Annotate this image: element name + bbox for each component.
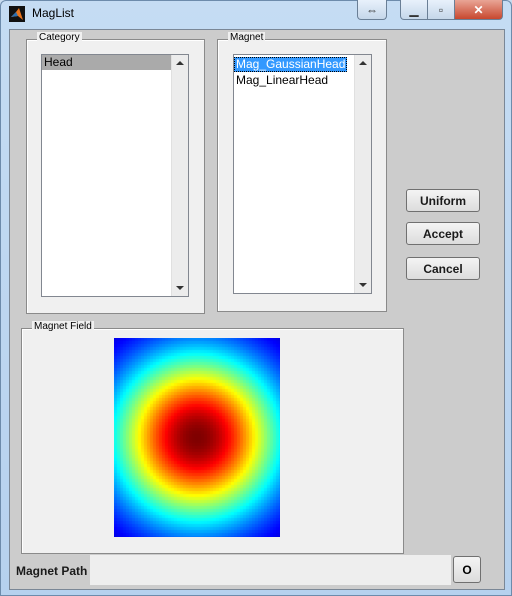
minimize-button[interactable]: ▁ (400, 0, 428, 20)
magnet-path-label: Magnet Path (16, 564, 88, 578)
category-scrollbar[interactable] (171, 55, 188, 296)
swap-button[interactable]: ⇔ (357, 0, 387, 20)
matlab-icon (9, 6, 25, 22)
magnet-field-image (114, 338, 280, 537)
open-button[interactable]: O (453, 556, 481, 583)
magnet-path-input[interactable] (90, 555, 451, 585)
swap-icon: ⇔ (366, 2, 378, 17)
cancel-button[interactable]: Cancel (406, 257, 480, 280)
minimize-icon: ▁ (409, 2, 419, 17)
category-listbox[interactable]: Head (41, 54, 189, 297)
category-label: Category (37, 32, 82, 43)
window: MagList ⇔ ▁ ▫ ✕ Category Head Magnet Mag… (0, 0, 512, 596)
magnet-scrollbar[interactable] (354, 55, 371, 293)
maximize-icon: ▫ (438, 2, 444, 17)
scroll-down-icon[interactable] (176, 286, 184, 290)
accept-button[interactable]: Accept (406, 222, 480, 245)
scroll-up-icon[interactable] (176, 61, 184, 65)
magnet-item-linear[interactable]: Mag_LinearHead (234, 73, 371, 88)
client-area: Category Head Magnet Mag_GaussianHead Ma… (9, 29, 505, 590)
category-panel: Category Head (26, 32, 205, 314)
window-title: MagList (32, 6, 75, 20)
close-icon: ✕ (473, 2, 484, 17)
close-button[interactable]: ✕ (454, 0, 503, 20)
magnet-listbox[interactable]: Mag_GaussianHead Mag_LinearHead (233, 54, 372, 294)
uniform-button[interactable]: Uniform (406, 189, 480, 212)
magnet-item-gaussian[interactable]: Mag_GaussianHead (234, 57, 348, 72)
title-bar[interactable]: MagList ⇔ ▁ ▫ ✕ (0, 0, 512, 28)
magnet-label: Magnet (228, 32, 266, 43)
magnet-panel: Magnet Mag_GaussianHead Mag_LinearHead (217, 32, 387, 312)
scroll-down-icon[interactable] (359, 283, 367, 287)
magnet-field-label: Magnet Field (32, 321, 94, 332)
maximize-button[interactable]: ▫ (427, 0, 455, 20)
category-item-head[interactable]: Head (42, 55, 171, 70)
scroll-up-icon[interactable] (359, 61, 367, 65)
